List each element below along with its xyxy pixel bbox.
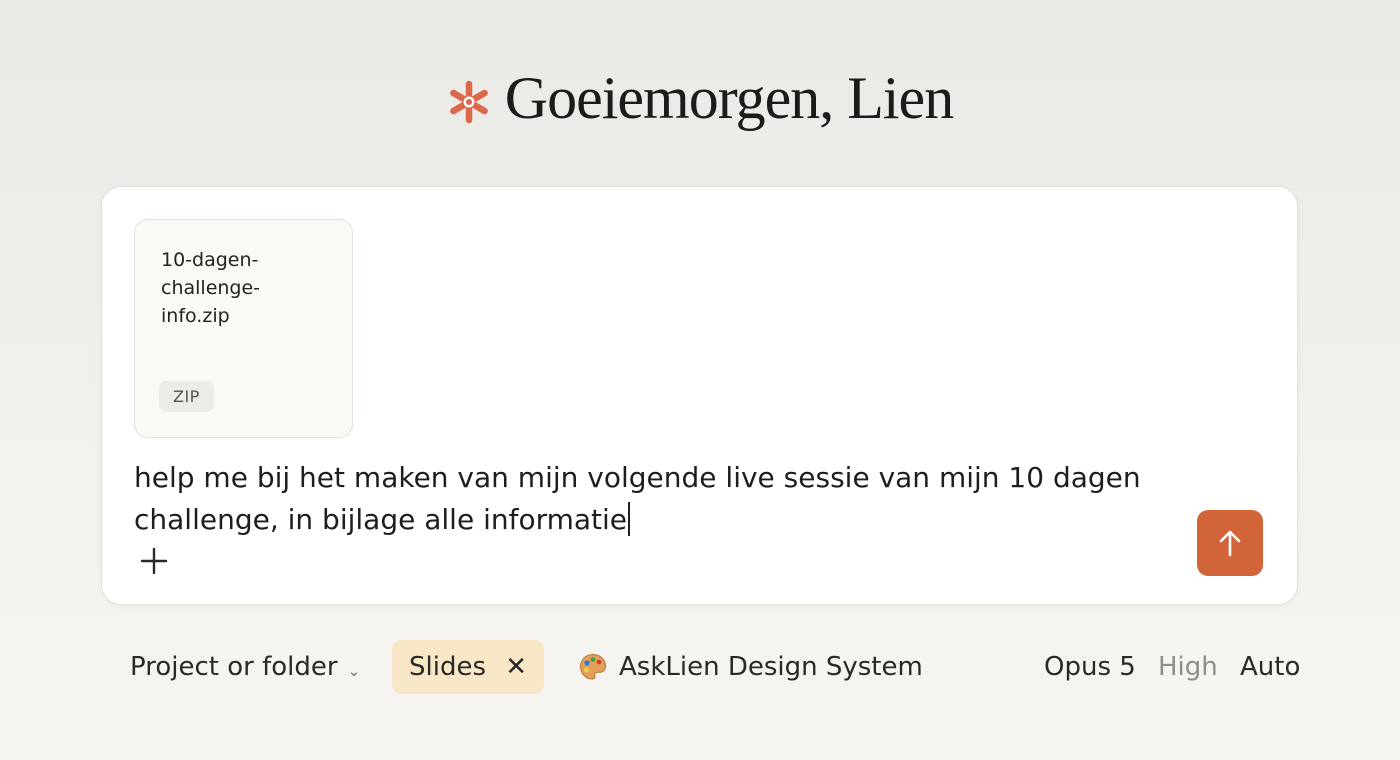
- project-folder-selector[interactable]: Project or folder ⌄: [130, 640, 360, 694]
- chevron-down-icon: ⌄: [347, 662, 361, 680]
- model-selector[interactable]: Opus 5: [1044, 640, 1136, 694]
- prompt-composer: 10-dagen-challenge-info.zip ZIP help me …: [101, 186, 1298, 605]
- slides-chip-label: Slides: [409, 652, 486, 682]
- attachment-card[interactable]: 10-dagen-challenge-info.zip ZIP: [134, 219, 353, 438]
- palette-icon: [579, 653, 607, 680]
- slides-chip[interactable]: Slides ✕: [392, 640, 544, 694]
- mode-selector[interactable]: Auto: [1240, 640, 1300, 694]
- close-icon[interactable]: ✕: [505, 652, 527, 682]
- asterisk-logo-icon: [449, 80, 488, 124]
- greeting-title: Goeiemorgen, Lien: [504, 65, 954, 131]
- send-button[interactable]: [1197, 510, 1263, 576]
- greeting-header: Goeiemorgen, Lien: [0, 68, 1400, 128]
- composer-options-bar: Project or folder ⌄ Slides ✕ AskLien Des…: [0, 640, 1400, 694]
- effort-selector[interactable]: High: [1158, 640, 1218, 694]
- design-system-label: AskLien Design System: [619, 652, 923, 682]
- attachment-type-badge: ZIP: [159, 381, 214, 412]
- add-attachment-button[interactable]: [138, 539, 170, 583]
- plus-icon: [140, 547, 168, 575]
- design-system-selector[interactable]: AskLien Design System: [578, 640, 923, 694]
- text-caret: [628, 502, 631, 536]
- prompt-input[interactable]: help me bij het maken van mijn volgende …: [134, 457, 1144, 541]
- arrow-up-icon: [1219, 530, 1241, 557]
- attachment-filename: 10-dagen-challenge-info.zip: [161, 249, 261, 327]
- prompt-text: help me bij het maken van mijn volgende …: [134, 461, 1141, 536]
- project-folder-label: Project or folder: [130, 652, 338, 682]
